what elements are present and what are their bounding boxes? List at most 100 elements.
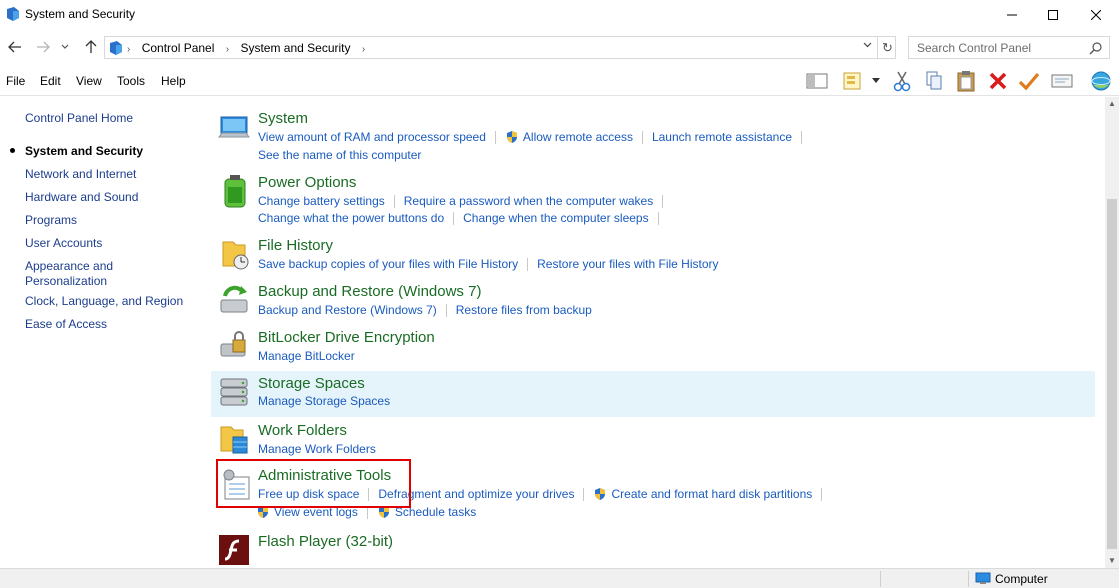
layout-icon[interactable] xyxy=(805,69,829,93)
category-title[interactable]: Work Folders xyxy=(258,422,347,439)
category-links: Manage BitLocker xyxy=(258,349,355,363)
scroll-down-arrow[interactable]: ▼ xyxy=(1108,556,1116,565)
current-item-bullet xyxy=(10,148,15,153)
link-backup-and-restore-win7[interactable]: Backup and Restore (Windows 7) xyxy=(258,303,437,317)
paste-icon[interactable] xyxy=(954,69,978,93)
properties-icon[interactable] xyxy=(1050,69,1074,93)
breadcrumb-system-and-security[interactable]: System and Security xyxy=(240,41,350,55)
search-icon[interactable] xyxy=(1089,41,1103,55)
maximize-button[interactable] xyxy=(1030,0,1076,30)
category-title[interactable]: Power Options xyxy=(258,174,356,191)
nav-hardware-and-sound[interactable]: Hardware and Sound xyxy=(25,190,138,205)
link-restore-files-file-history[interactable]: Restore your files with File History xyxy=(537,257,718,271)
link-save-backup-copies[interactable]: Save backup copies of your files with Fi… xyxy=(258,257,518,271)
cut-icon[interactable] xyxy=(890,69,914,93)
link-restore-files-from-backup[interactable]: Restore files from backup xyxy=(456,303,592,317)
backup-restore-icon xyxy=(220,285,248,313)
link-create-format-partitions[interactable]: Create and format hard disk partitions xyxy=(611,487,812,501)
recent-locations-button[interactable] xyxy=(58,36,72,58)
power-options-icon xyxy=(224,175,246,208)
globe-icon[interactable] xyxy=(1089,69,1113,93)
refresh-button[interactable]: ↻ xyxy=(877,37,897,58)
chevron-down-icon xyxy=(61,44,69,49)
search-box[interactable]: Search Control Panel xyxy=(908,36,1110,59)
category-title[interactable]: File History xyxy=(258,237,333,254)
breadcrumb: › Control Panel › System and Security › xyxy=(127,41,373,55)
link-change-sleep-time[interactable]: Change when the computer sleeps xyxy=(463,211,648,225)
check-icon[interactable] xyxy=(1017,69,1041,93)
link-require-password-on-wake[interactable]: Require a password when the computer wak… xyxy=(404,194,653,208)
back-button[interactable] xyxy=(5,36,25,58)
category-links-row2: See the name of this computer xyxy=(258,148,421,162)
category-title[interactable]: System xyxy=(258,110,308,127)
category-title[interactable]: Backup and Restore (Windows 7) xyxy=(258,283,481,300)
dropdown-icon[interactable] xyxy=(868,69,884,93)
category-links: Manage Storage Spaces xyxy=(258,394,390,408)
nav-network-and-internet[interactable]: Network and Internet xyxy=(25,167,136,182)
category-links: View amount of RAM and processor speed A… xyxy=(258,130,811,144)
link-divider xyxy=(801,130,803,144)
status-bar: Computer xyxy=(0,568,1119,588)
category-links: Backup and Restore (Windows 7) Restore f… xyxy=(258,303,592,317)
copy-icon[interactable] xyxy=(922,69,946,93)
breadcrumb-separator[interactable]: › xyxy=(362,44,365,55)
nav-programs[interactable]: Programs xyxy=(25,213,77,228)
status-divider xyxy=(968,571,969,587)
search-input[interactable]: Search Control Panel xyxy=(917,41,1031,55)
control-panel-icon xyxy=(7,7,19,21)
nav-user-accounts[interactable]: User Accounts xyxy=(25,236,102,251)
address-bar[interactable]: › Control Panel › System and Security › … xyxy=(104,36,896,59)
scroll-thumb[interactable] xyxy=(1107,199,1117,549)
link-view-ram-and-processor[interactable]: View amount of RAM and processor speed xyxy=(258,130,486,144)
link-allow-remote-access[interactable]: Allow remote access xyxy=(523,130,633,144)
uac-shield-icon xyxy=(595,488,606,500)
link-create-format-partitions-wrap[interactable]: Create and format hard disk partitions xyxy=(593,487,812,501)
link-allow-remote-access-wrap[interactable]: Allow remote access xyxy=(505,130,633,144)
link-manage-bitlocker[interactable]: Manage BitLocker xyxy=(258,349,355,363)
chevron-down-icon xyxy=(863,42,871,48)
category-backup-and-restore: Backup and Restore (Windows 7) Backup an… xyxy=(211,278,1095,322)
link-change-battery-settings[interactable]: Change battery settings xyxy=(258,194,385,208)
category-system: System View amount of RAM and processor … xyxy=(211,105,1095,167)
menu-edit[interactable]: Edit xyxy=(40,74,61,88)
breadcrumb-separator[interactable]: › xyxy=(226,44,229,55)
link-change-power-buttons[interactable]: Change what the power buttons do xyxy=(258,211,444,225)
up-button[interactable] xyxy=(81,36,101,58)
close-button[interactable] xyxy=(1073,0,1119,30)
title-bar: System and Security xyxy=(0,0,1119,30)
category-work-folders: Work Folders Manage Work Folders xyxy=(211,417,1095,461)
minimize-button[interactable] xyxy=(989,0,1035,30)
delete-icon[interactable] xyxy=(986,69,1010,93)
link-manage-storage-spaces[interactable]: Manage Storage Spaces xyxy=(258,394,390,408)
nav-ease-of-access[interactable]: Ease of Access xyxy=(25,317,107,332)
vertical-scrollbar[interactable]: ▲ ▼ xyxy=(1105,97,1119,568)
address-dropdown-button[interactable] xyxy=(859,40,875,56)
nav-clock-language-and-region[interactable]: Clock, Language, and Region xyxy=(25,294,183,309)
link-launch-remote-assistance[interactable]: Launch remote assistance xyxy=(652,130,792,144)
link-divider xyxy=(453,211,455,225)
nav-control-panel-home[interactable]: Control Panel Home xyxy=(25,111,133,126)
category-title[interactable]: BitLocker Drive Encryption xyxy=(258,329,435,346)
breadcrumb-separator[interactable]: › xyxy=(127,44,130,55)
storage-spaces-icon xyxy=(220,378,248,406)
window-title: System and Security xyxy=(25,7,136,21)
menu-view[interactable]: View xyxy=(76,74,102,88)
link-divider xyxy=(527,257,529,271)
link-divider xyxy=(445,303,447,317)
menu-help[interactable]: Help xyxy=(161,74,186,88)
category-title[interactable]: Storage Spaces xyxy=(258,375,365,392)
nav-appearance-and-personalization-line2[interactable]: Personalization xyxy=(25,274,107,289)
menu-tools[interactable]: Tools xyxy=(117,74,145,88)
link-see-computer-name[interactable]: See the name of this computer xyxy=(258,148,421,162)
link-manage-work-folders[interactable]: Manage Work Folders xyxy=(258,442,376,456)
category-title[interactable]: Flash Player (32-bit) xyxy=(258,533,393,550)
scroll-up-arrow[interactable]: ▲ xyxy=(1108,99,1116,108)
menu-file[interactable]: File xyxy=(6,74,25,88)
link-divider xyxy=(662,194,664,208)
up-arrow-icon xyxy=(85,40,97,53)
folder-options-icon[interactable] xyxy=(841,69,865,93)
nav-appearance-and-personalization[interactable]: Appearance and xyxy=(25,259,113,274)
system-icon xyxy=(218,116,250,138)
breadcrumb-control-panel[interactable]: Control Panel xyxy=(142,41,215,55)
forward-button[interactable] xyxy=(33,36,53,58)
